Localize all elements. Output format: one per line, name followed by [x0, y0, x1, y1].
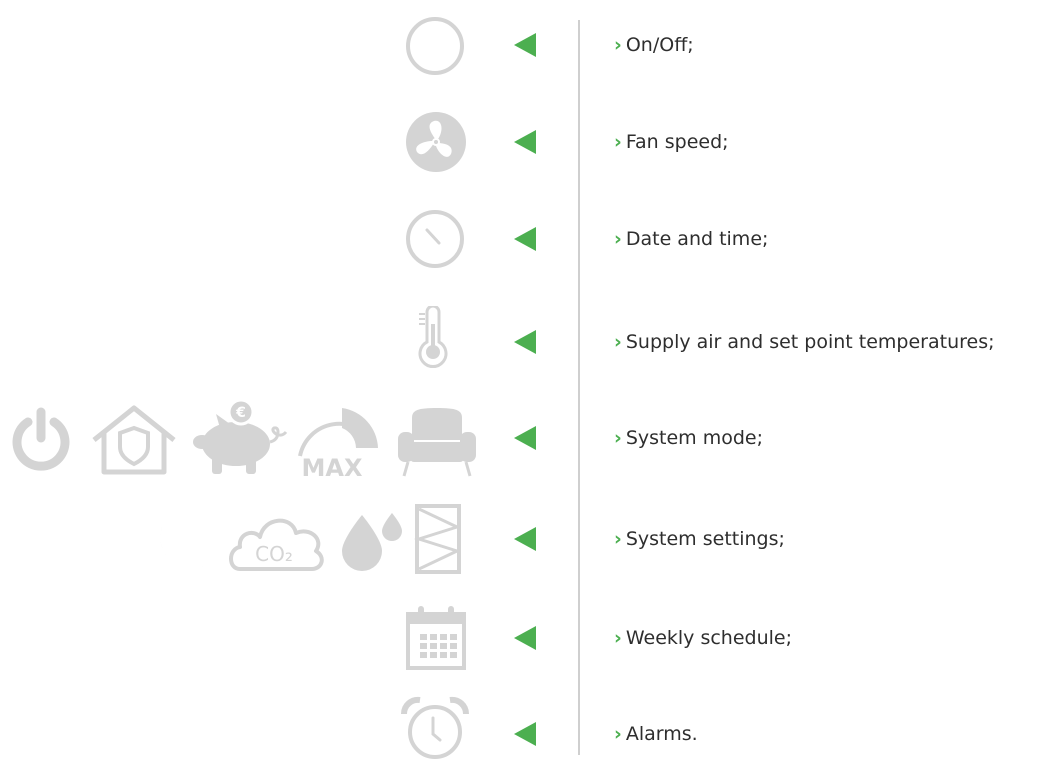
alarm-clock-icon — [400, 696, 470, 759]
row-label: › Fan speed; — [614, 131, 729, 153]
green-arrow-icon — [514, 527, 536, 551]
co2-cloud-icon: CO₂ — [229, 518, 324, 571]
green-arrow-icon — [514, 227, 536, 251]
row-label: › System settings; — [614, 528, 785, 550]
row-date-time: › Date and time; — [0, 199, 1062, 279]
row-label: › Alarms. — [614, 723, 698, 745]
row-alarms: › Alarms. — [0, 694, 1062, 774]
chevron-icon: › — [614, 528, 622, 550]
row-fan-speed: › Fan speed; — [0, 102, 1062, 182]
chevron-icon: › — [614, 228, 622, 250]
fan-icon — [406, 112, 466, 172]
piggy-bank-icon: € — [193, 398, 288, 474]
max-gauge-icon: MAX — [298, 408, 378, 480]
home-shield-icon — [92, 405, 176, 475]
chevron-icon: › — [614, 427, 622, 449]
row-label: › Date and time; — [614, 228, 769, 250]
calendar-icon — [406, 606, 466, 670]
row-label: › System mode; — [614, 427, 764, 449]
night-mode-icon — [160, 511, 210, 569]
row-label: › Weekly schedule; — [614, 627, 793, 649]
filter-icon — [414, 504, 462, 574]
chevron-icon: › — [614, 331, 622, 353]
chevron-icon: › — [614, 131, 622, 153]
chevron-icon: › — [614, 34, 622, 56]
power-icon — [12, 407, 70, 471]
armchair-icon — [398, 408, 476, 477]
green-arrow-icon — [514, 426, 536, 450]
row-on-off: › On/Off; — [0, 5, 1062, 85]
row-label: › Supply air and set point temperatures; — [614, 331, 995, 353]
green-arrow-icon — [514, 722, 536, 746]
row-label: › On/Off; — [614, 34, 694, 56]
green-arrow-icon — [514, 130, 536, 154]
euro-sign: € — [235, 405, 246, 421]
green-arrow-icon — [514, 33, 536, 57]
clock-icon — [406, 210, 464, 268]
co2-label: CO₂ — [255, 542, 293, 566]
row-temperatures: › Supply air and set point temperatures; — [0, 302, 1062, 382]
green-arrow-icon — [514, 330, 536, 354]
chevron-icon: › — [614, 627, 622, 649]
power-ring-icon — [406, 17, 464, 75]
row-weekly-schedule: › Weekly schedule; — [0, 598, 1062, 678]
chevron-icon: › — [614, 723, 622, 745]
row-system-settings: CO₂ › System settings; — [0, 499, 1062, 579]
row-system-mode: € MAX › System mode; — [0, 398, 1062, 480]
green-arrow-icon — [514, 626, 536, 650]
humidity-drops-icon — [342, 513, 402, 571]
thermometer-icon — [418, 306, 448, 369]
max-label: MAX — [302, 454, 363, 480]
